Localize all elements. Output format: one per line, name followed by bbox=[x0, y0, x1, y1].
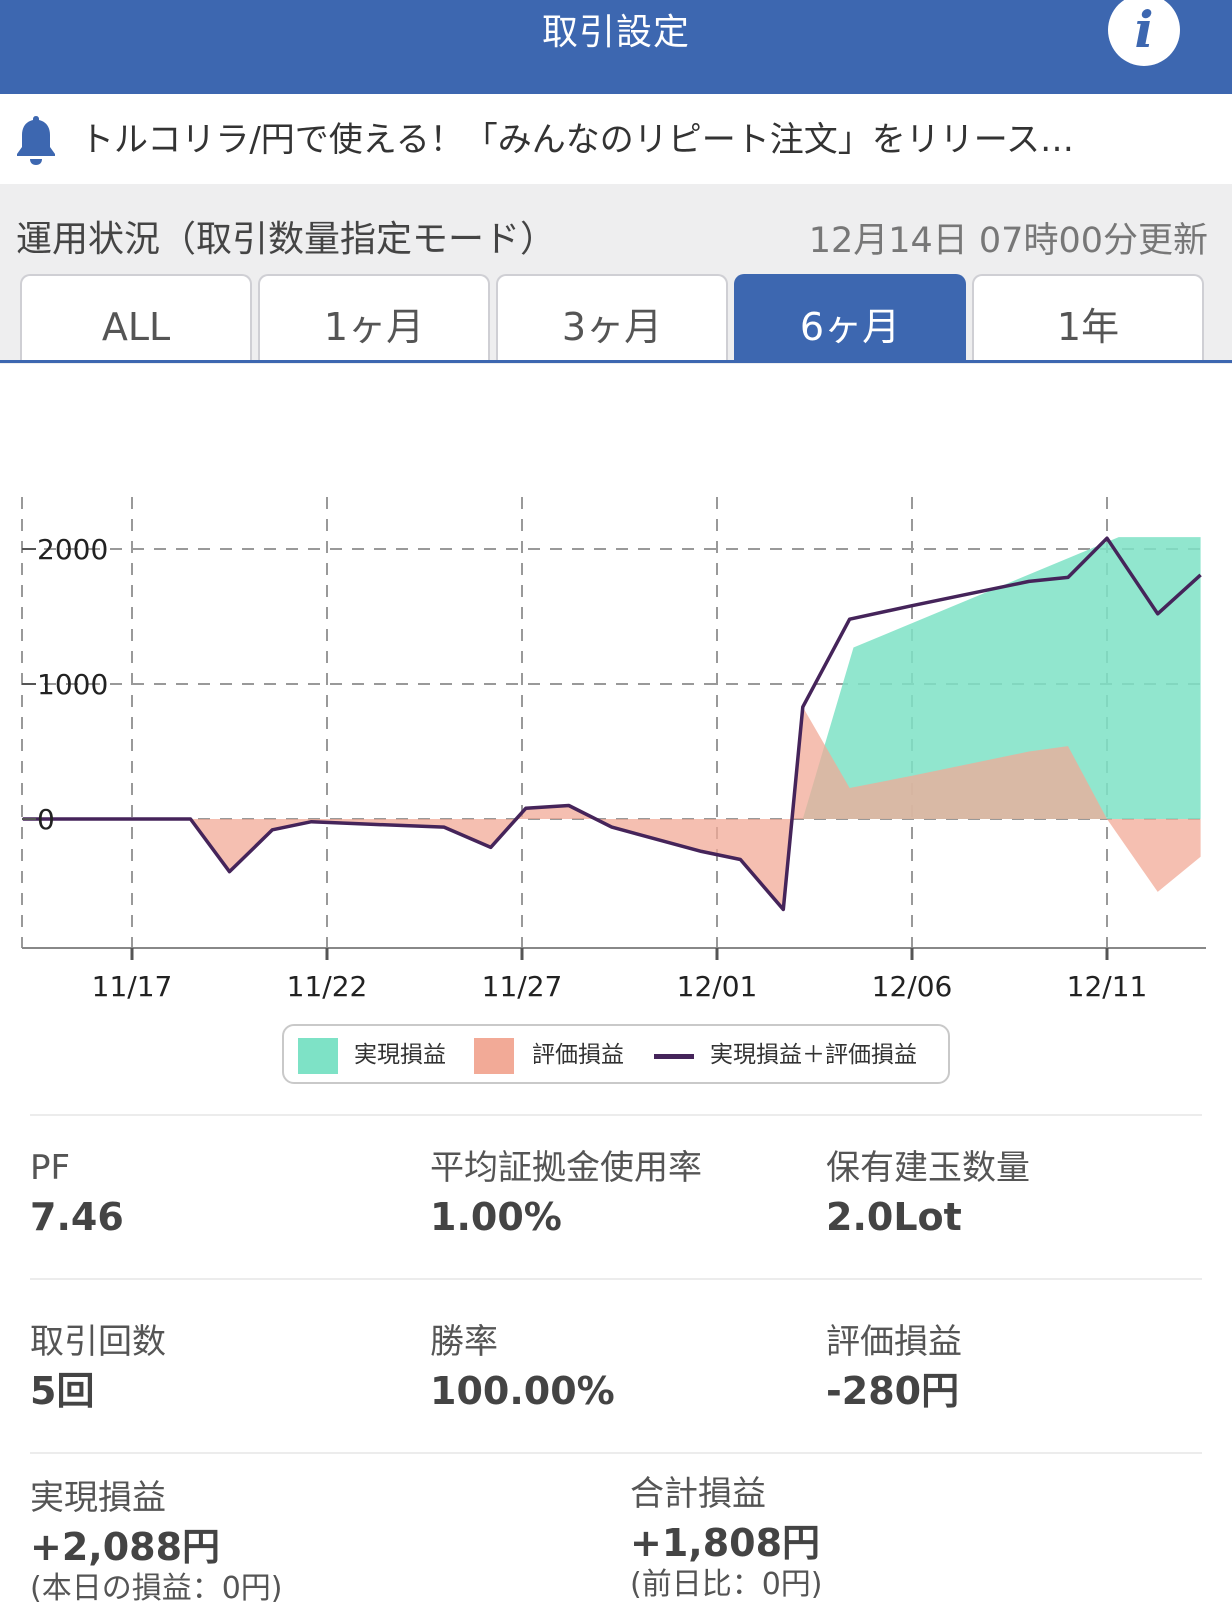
pnl-chart: 11/17 11/22 11/27 12/01 12/06 12/11 0 1000 2000 bbox=[21, 497, 1206, 1003]
header-bar: 取引設定 i bbox=[0, 0, 1232, 94]
tab-1month[interactable]: 1ヶ月 bbox=[258, 274, 490, 362]
divider bbox=[30, 1278, 1202, 1280]
stat-value: 5回 bbox=[30, 1369, 95, 1413]
legend-swatch-total-line bbox=[654, 1054, 694, 1059]
stat-label: 評価損益 bbox=[826, 1322, 962, 1362]
stat-label: 合計損益 bbox=[630, 1474, 766, 1514]
stat-value: -280円 bbox=[826, 1369, 960, 1413]
y-tick-label: 1000 bbox=[37, 668, 108, 701]
stat-avg-margin: 平均証拠金使用率 1.00% bbox=[430, 1148, 702, 1242]
x-tick-label: 11/27 bbox=[482, 970, 563, 1003]
tab-3month[interactable]: 3ヶ月 bbox=[496, 274, 728, 362]
divider bbox=[30, 1452, 1202, 1454]
stat-label: PF bbox=[30, 1148, 71, 1188]
stat-realized-pnl: 実現損益 +2,088円 (本日の損益：0円) bbox=[30, 1478, 283, 1606]
x-tick-label: 12/06 bbox=[872, 970, 953, 1003]
legend-label-realized: 実現損益 bbox=[354, 1042, 446, 1068]
stat-label: 勝率 bbox=[430, 1322, 498, 1362]
stat-value: 1.00% bbox=[430, 1195, 562, 1239]
stat-label: 実現損益 bbox=[30, 1478, 166, 1518]
x-tick-label: 12/11 bbox=[1067, 970, 1148, 1003]
stat-sub: (本日の損益：0円) bbox=[30, 1571, 283, 1606]
divider bbox=[30, 1114, 1202, 1116]
tab-6month[interactable]: 6ヶ月 bbox=[734, 274, 966, 362]
stat-win-rate: 勝率 100.00% bbox=[430, 1322, 615, 1416]
notice-text: トルコリラ/円で使える！「みんなのリピート注文」をリリース… bbox=[80, 120, 1075, 160]
stat-value: 100.00% bbox=[430, 1369, 615, 1413]
stat-positions: 保有建玉数量 2.0Lot bbox=[826, 1148, 1030, 1242]
stat-label: 保有建玉数量 bbox=[826, 1148, 1030, 1188]
stat-pf: PF 7.46 bbox=[30, 1148, 124, 1242]
bell-icon bbox=[17, 116, 55, 165]
x-tick-label: 11/17 bbox=[92, 970, 173, 1003]
x-tick-label: 12/01 bbox=[677, 970, 758, 1003]
stat-unrealized-pnl: 評価損益 -280円 bbox=[826, 1322, 962, 1416]
legend-swatch-unrealized bbox=[474, 1038, 514, 1074]
status-title: 運用状況（取引数量指定モード） bbox=[16, 219, 557, 260]
period-tabs: ALL 1ヶ月 3ヶ月 6ヶ月 1年 bbox=[20, 274, 1212, 362]
stat-value: +2,088円 bbox=[30, 1525, 221, 1569]
info-icon: i bbox=[1134, 0, 1154, 59]
y-tick-label: 2000 bbox=[37, 533, 108, 566]
stat-label: 平均証拠金使用率 bbox=[430, 1148, 702, 1188]
chart-legend: 実現損益 評価損益 実現損益＋評価損益 bbox=[282, 1024, 950, 1084]
stat-sub: (前日比：0円) bbox=[630, 1567, 823, 1602]
tab-1year[interactable]: 1年 bbox=[972, 274, 1204, 362]
updated-timestamp: 12月14日 07時00分更新 bbox=[808, 221, 1208, 261]
legend-label-unrealized: 評価損益 bbox=[532, 1042, 624, 1068]
stat-value: 2.0Lot bbox=[826, 1195, 962, 1239]
y-tick-label: 0 bbox=[37, 803, 55, 836]
legend-swatch-realized bbox=[298, 1038, 338, 1074]
tab-all[interactable]: ALL bbox=[20, 274, 252, 362]
chart-areas bbox=[22, 537, 1201, 910]
stat-value: +1,808円 bbox=[630, 1521, 821, 1565]
legend-label-total: 実現損益＋評価損益 bbox=[710, 1042, 917, 1068]
stat-trade-count: 取引回数 5回 bbox=[30, 1322, 166, 1416]
stat-value: 7.46 bbox=[30, 1195, 124, 1239]
stat-label: 取引回数 bbox=[30, 1322, 166, 1362]
stat-total-pnl: 合計損益 +1,808円 (前日比：0円) bbox=[630, 1474, 823, 1602]
notice-banner[interactable]: トルコリラ/円で使える！「みんなのリピート注文」をリリース… bbox=[0, 94, 1232, 184]
page-title: 取引設定 bbox=[541, 12, 690, 53]
x-tick-label: 11/22 bbox=[287, 970, 368, 1003]
